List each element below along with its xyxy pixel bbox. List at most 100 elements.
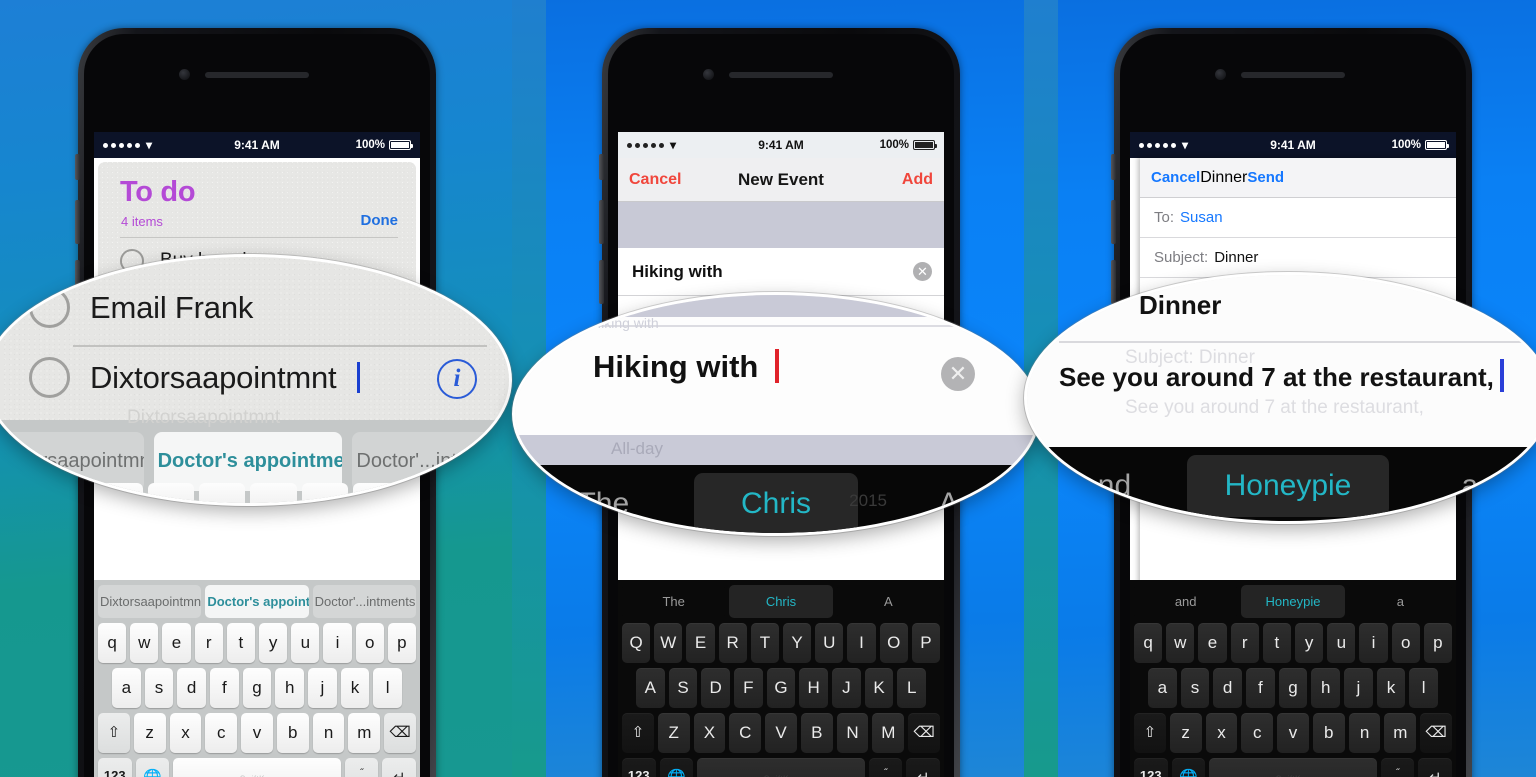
key-z[interactable]: z xyxy=(1169,713,1202,753)
key-h[interactable]: H xyxy=(799,668,829,708)
key-p[interactable]: P xyxy=(911,623,941,663)
key-p[interactable]: p xyxy=(1423,623,1453,663)
key-r[interactable]: r xyxy=(194,623,223,663)
key-y[interactable]: y xyxy=(1295,623,1324,663)
key-s[interactable]: s xyxy=(1180,668,1210,708)
backspace-icon[interactable]: ⌫ xyxy=(384,713,417,753)
volume-up-button[interactable] xyxy=(599,200,604,244)
prediction-right[interactable]: a xyxy=(1348,585,1452,618)
backspace-icon[interactable]: ⌫ xyxy=(1420,713,1453,753)
key-n[interactable]: n xyxy=(312,713,345,753)
key-u[interactable]: U xyxy=(815,623,844,663)
globe-icon[interactable]: 🌐 xyxy=(135,758,170,777)
mute-switch[interactable] xyxy=(75,154,80,180)
key-x[interactable]: X xyxy=(693,713,726,753)
mail-body[interactable]: See you around 7 at the restaurant, xyxy=(1140,278,1456,315)
key-v[interactable]: v xyxy=(241,713,273,753)
key-y[interactable]: Y xyxy=(783,623,812,663)
key-q[interactable]: Q xyxy=(621,623,651,663)
key-x[interactable]: x xyxy=(1205,713,1238,753)
all-day-row[interactable]: All-day xyxy=(618,344,944,386)
volume-down-button[interactable] xyxy=(599,260,604,304)
key-u[interactable]: u xyxy=(291,623,320,663)
key-a[interactable]: a xyxy=(1147,668,1177,708)
key-o[interactable]: O xyxy=(879,623,908,663)
key-a[interactable]: A xyxy=(635,668,665,708)
key-t[interactable]: T xyxy=(750,623,779,663)
key-r[interactable]: r xyxy=(1230,623,1259,663)
key-x[interactable]: x xyxy=(169,713,202,753)
key-l[interactable]: l xyxy=(373,668,403,708)
key-j[interactable]: j xyxy=(308,668,337,708)
checkbox-circle-icon[interactable] xyxy=(120,343,144,367)
add-button[interactable]: Add xyxy=(902,171,933,189)
volume-down-button[interactable] xyxy=(75,260,80,304)
to-row[interactable]: To: Susan xyxy=(1140,198,1456,238)
punctuation-key[interactable]: ˝. xyxy=(868,758,903,777)
key-z[interactable]: Z xyxy=(657,713,690,753)
key-f[interactable]: f xyxy=(1246,668,1275,708)
mute-switch[interactable] xyxy=(599,154,604,180)
key-g[interactable]: g xyxy=(242,668,272,708)
key-i[interactable]: i xyxy=(1359,623,1388,663)
key-w[interactable]: w xyxy=(130,623,159,663)
volume-up-button[interactable] xyxy=(75,200,80,244)
key-c[interactable]: c xyxy=(1241,713,1274,753)
key-f[interactable]: F xyxy=(734,668,763,708)
volume-up-button[interactable] xyxy=(1111,200,1116,244)
shift-up-icon[interactable]: ⇧ xyxy=(621,713,654,753)
punctuation-key[interactable]: ˝. xyxy=(1380,758,1415,777)
numbers-key[interactable]: 123 xyxy=(97,758,132,777)
volume-down-button[interactable] xyxy=(1111,260,1116,304)
key-a[interactable]: a xyxy=(111,668,141,708)
key-n[interactable]: N xyxy=(836,713,869,753)
spacebar[interactable]: SwiftKey xyxy=(1209,758,1377,777)
key-j[interactable]: J xyxy=(832,668,861,708)
list-item[interactable]: Email Frank xyxy=(98,285,416,320)
key-m[interactable]: m xyxy=(348,713,381,753)
key-i[interactable]: I xyxy=(847,623,876,663)
key-p[interactable]: p xyxy=(387,623,417,663)
numbers-key[interactable]: 123 xyxy=(621,758,656,777)
backspace-icon[interactable]: ⌫ xyxy=(908,713,941,753)
prediction-center[interactable]: Chris xyxy=(729,585,833,618)
checkbox-circle-icon[interactable] xyxy=(120,249,144,273)
key-u[interactable]: u xyxy=(1327,623,1356,663)
key-r[interactable]: R xyxy=(718,623,747,663)
key-n[interactable]: n xyxy=(1348,713,1381,753)
key-v[interactable]: v xyxy=(1277,713,1309,753)
punctuation-key[interactable]: ˝. xyxy=(344,758,379,777)
return-icon[interactable]: ↵ xyxy=(906,758,941,777)
key-w[interactable]: w xyxy=(1166,623,1195,663)
prediction-center[interactable]: Honeypie xyxy=(1241,585,1345,618)
key-i[interactable]: i xyxy=(323,623,352,663)
key-v[interactable]: V xyxy=(765,713,797,753)
key-z[interactable]: z xyxy=(133,713,166,753)
done-button[interactable]: Done xyxy=(361,212,399,229)
key-j[interactable]: j xyxy=(1344,668,1373,708)
key-c[interactable]: C xyxy=(729,713,762,753)
key-k[interactable]: K xyxy=(864,668,894,708)
prediction-left[interactable]: The xyxy=(622,585,726,618)
globe-icon[interactable]: 🌐 xyxy=(659,758,694,777)
key-k[interactable]: k xyxy=(1376,668,1406,708)
key-b[interactable]: b xyxy=(1312,713,1345,753)
spacebar[interactable]: SwiftKey xyxy=(173,758,341,777)
key-e[interactable]: e xyxy=(162,623,191,663)
key-t[interactable]: t xyxy=(1262,623,1291,663)
key-f[interactable]: f xyxy=(210,668,239,708)
key-q[interactable]: q xyxy=(97,623,127,663)
key-d[interactable]: D xyxy=(701,668,730,708)
key-e[interactable]: E xyxy=(686,623,715,663)
key-e[interactable]: e xyxy=(1198,623,1227,663)
spacebar[interactable]: SwiftKey xyxy=(697,758,865,777)
send-button[interactable]: Send xyxy=(1247,169,1284,186)
globe-icon[interactable]: 🌐 xyxy=(1171,758,1206,777)
prediction-center[interactable]: Doctor's appointment xyxy=(205,585,309,618)
cancel-button[interactable]: Cancel xyxy=(1151,169,1200,186)
key-m[interactable]: M xyxy=(872,713,905,753)
key-s[interactable]: S xyxy=(668,668,698,708)
return-icon[interactable]: ↵ xyxy=(382,758,417,777)
mute-switch[interactable] xyxy=(1111,154,1116,180)
event-title-field[interactable]: Hiking with ✕ xyxy=(618,248,944,296)
